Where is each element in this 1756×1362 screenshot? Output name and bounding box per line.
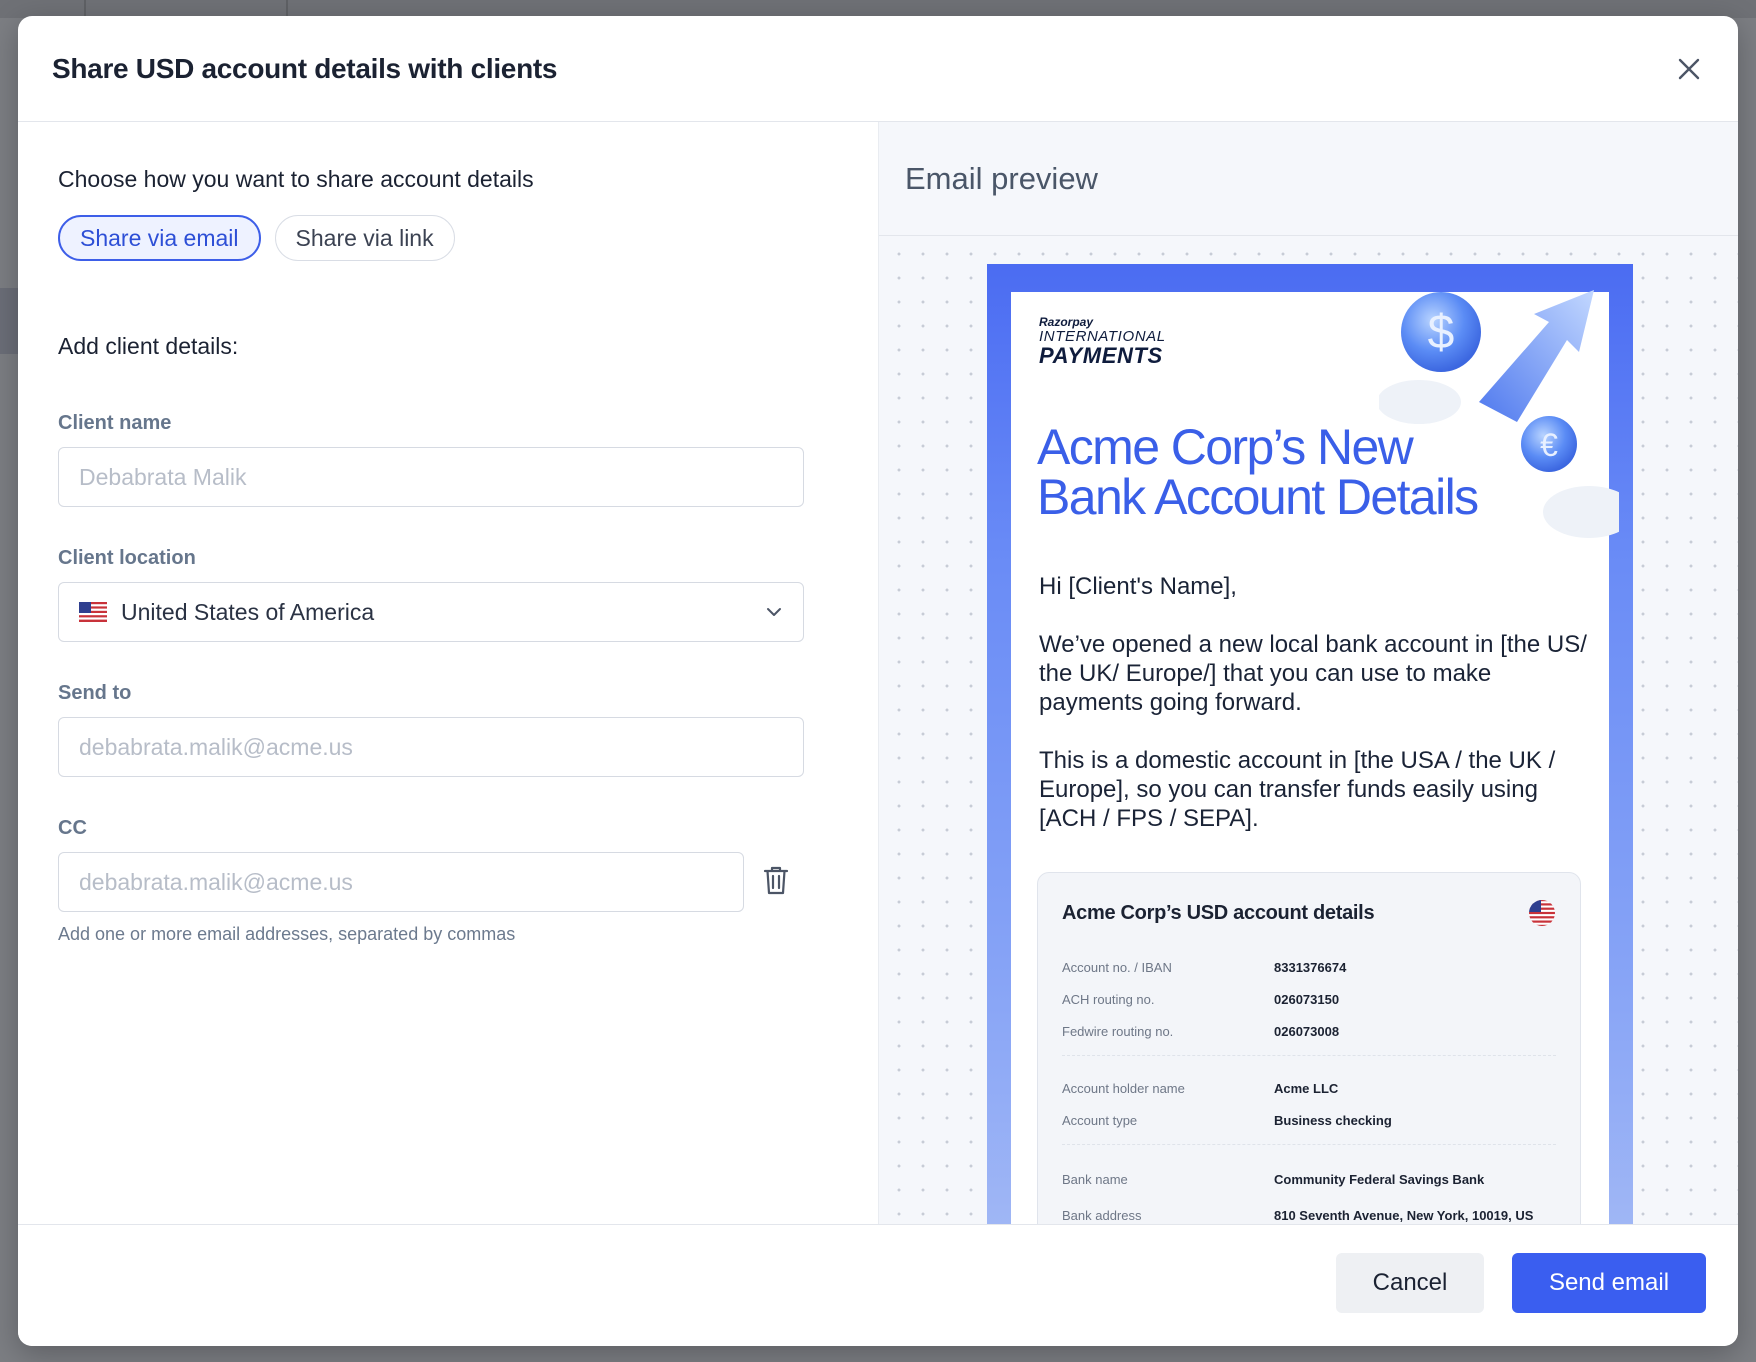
share-method-heading: Choose how you want to share account det… bbox=[58, 166, 534, 192]
modal-title: Share USD account details with clients bbox=[52, 52, 558, 84]
client-details-heading: Add client details: bbox=[58, 333, 239, 359]
account-row-value: 810 Seventh Avenue, New York, 10019, US bbox=[1274, 1207, 1534, 1223]
account-row-value: 026073008 bbox=[1274, 1023, 1340, 1039]
account-divider bbox=[1062, 1055, 1556, 1056]
account-row-label: Account no. / IBAN bbox=[1062, 959, 1172, 975]
send-to-input[interactable]: debabrata.malik@acme.us bbox=[58, 717, 804, 777]
email-preview-pane: Email preview Razorpay INTERNATIONAL PAY… bbox=[878, 122, 1738, 1240]
client-location-value-wrap: United States of America bbox=[79, 599, 374, 626]
razorpay-logo: Razorpay INTERNATIONAL PAYMENTS bbox=[1039, 316, 1166, 367]
logo-line-1: Razorpay bbox=[1039, 315, 1094, 329]
close-button[interactable] bbox=[1674, 54, 1704, 84]
share-via-link-pill[interactable]: Share via link bbox=[274, 215, 455, 261]
email-preview-heading: Email preview bbox=[879, 122, 1738, 236]
account-row-label: Bank name bbox=[1062, 1171, 1128, 1187]
client-details-pane: Choose how you want to share account det… bbox=[18, 122, 878, 1240]
account-details-card: Acme Corp’s USD account details Account … bbox=[1037, 872, 1581, 1240]
account-row-value: 8331376674 bbox=[1274, 959, 1347, 975]
account-row-label: ACH routing no. bbox=[1062, 991, 1155, 1007]
close-icon bbox=[1678, 58, 1700, 80]
account-row: Fedwire routing no. 026073008 bbox=[1062, 1015, 1556, 1047]
backdrop-sidebar-item bbox=[0, 288, 18, 354]
account-row: Account holder name Acme LLC bbox=[1062, 1072, 1556, 1104]
logo-line-2: INTERNATIONAL bbox=[1039, 328, 1166, 345]
share-modal: Share USD account details with clients C… bbox=[18, 16, 1738, 1346]
account-row-label: Account type bbox=[1062, 1112, 1138, 1128]
account-row: Account no. / IBAN 8331376674 bbox=[1062, 951, 1556, 983]
svg-text:€: € bbox=[1540, 427, 1558, 463]
us-flag-icon bbox=[79, 602, 107, 622]
email-template-body: Razorpay INTERNATIONAL PAYMENTS $ € Acme… bbox=[1011, 290, 1619, 1240]
delete-cc-button[interactable] bbox=[762, 864, 790, 901]
client-name-placeholder: Debabrata Malik bbox=[79, 463, 247, 490]
cc-row: debabrata.malik@acme.us bbox=[58, 840, 838, 912]
account-row-value: Acme LLC bbox=[1274, 1080, 1339, 1096]
modal-header: Share USD account details with clients bbox=[18, 16, 1738, 122]
us-flag-round-icon bbox=[1529, 900, 1555, 926]
cc-placeholder: debabrata.malik@acme.us bbox=[79, 868, 353, 895]
account-card-header: Acme Corp’s USD account details bbox=[1062, 899, 1556, 927]
account-card-title: Acme Corp’s USD account details bbox=[1062, 901, 1375, 924]
send-to-placeholder: debabrata.malik@acme.us bbox=[79, 733, 353, 760]
trash-icon bbox=[763, 866, 789, 894]
email-paragraph-2: This is a domestic account in [the USA /… bbox=[1039, 747, 1556, 832]
logo-line-3: PAYMENTS bbox=[1039, 343, 1163, 368]
cancel-button[interactable]: Cancel bbox=[1336, 1253, 1484, 1313]
account-row-label: Bank address bbox=[1062, 1207, 1142, 1223]
account-row-value: Business checking bbox=[1274, 1112, 1392, 1128]
account-row-value: 026073150 bbox=[1274, 991, 1340, 1007]
svg-text:$: $ bbox=[1428, 306, 1455, 359]
cc-label: CC bbox=[58, 817, 87, 839]
account-row: Account type Business checking bbox=[1062, 1104, 1556, 1136]
account-divider bbox=[1062, 1144, 1556, 1145]
email-preview-canvas[interactable]: Razorpay INTERNATIONAL PAYMENTS $ € Acme… bbox=[879, 236, 1738, 1240]
send-email-button[interactable]: Send email bbox=[1512, 1253, 1706, 1313]
email-body-text: Hi [Client's Name], We’ve opened a new l… bbox=[1039, 572, 1599, 862]
account-row: Bank name Community Federal Savings Bank bbox=[1062, 1161, 1556, 1197]
client-location-select[interactable]: United States of America bbox=[58, 582, 804, 642]
send-to-label: Send to bbox=[58, 682, 132, 704]
email-template-frame: Razorpay INTERNATIONAL PAYMENTS $ € Acme… bbox=[987, 264, 1633, 1240]
backdrop-panel bbox=[1740, 240, 1756, 600]
modal-footer: Cancel Send email bbox=[18, 1224, 1738, 1346]
email-greeting: Hi [Client's Name], bbox=[1039, 573, 1237, 600]
account-row-label: Account holder name bbox=[1062, 1080, 1185, 1096]
client-location-value: United States of America bbox=[121, 598, 375, 625]
client-name-label: Client name bbox=[58, 412, 172, 434]
account-details-list: Account no. / IBAN 8331376674 ACH routin… bbox=[1062, 951, 1556, 1233]
client-location-label: Client location bbox=[58, 547, 196, 569]
share-method-toggle: Share via email Share via link bbox=[58, 215, 838, 261]
cc-input[interactable]: debabrata.malik@acme.us bbox=[58, 852, 744, 912]
account-row: ACH routing no. 026073150 bbox=[1062, 983, 1556, 1015]
chevron-down-icon bbox=[767, 608, 781, 616]
email-headline: Acme Corp’s New Bank Account Details bbox=[1037, 419, 1479, 525]
backdrop-bottom bbox=[0, 1346, 1756, 1362]
share-via-email-pill[interactable]: Share via email bbox=[58, 215, 261, 261]
account-row-value: Community Federal Savings Bank bbox=[1274, 1171, 1485, 1187]
email-paragraph-1: We’ve opened a new local bank account in… bbox=[1039, 631, 1587, 716]
cc-help-text: Add one or more email addresses, separat… bbox=[58, 924, 516, 944]
account-row-label: Fedwire routing no. bbox=[1062, 1023, 1174, 1039]
client-name-input[interactable]: Debabrata Malik bbox=[58, 447, 804, 507]
